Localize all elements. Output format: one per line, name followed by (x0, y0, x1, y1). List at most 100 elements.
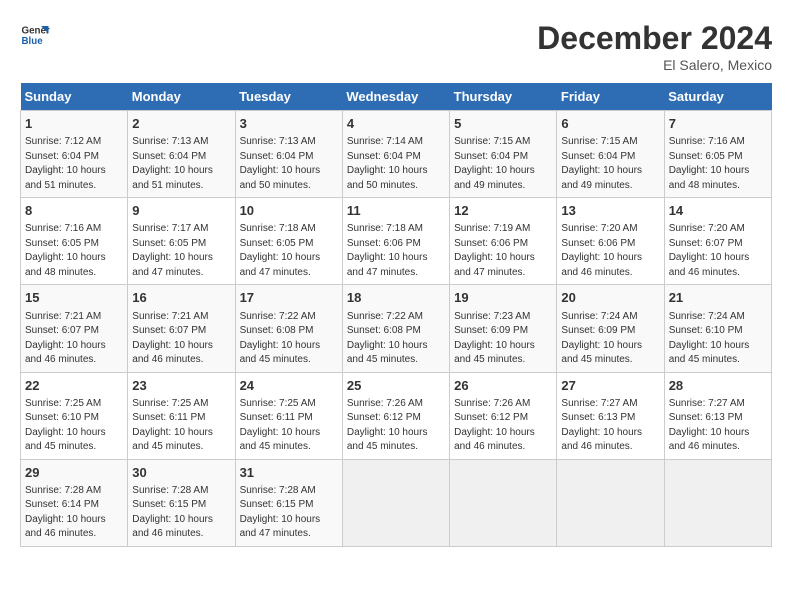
day-cell: 12 Sunrise: 7:19 AM Sunset: 6:06 PM Dayli… (450, 198, 557, 285)
day-info: Sunrise: 7:16 AM Sunset: 6:05 PM Dayligh… (25, 222, 123, 280)
day-number: 13 (561, 202, 659, 220)
day-number: 2 (132, 115, 230, 133)
day-number: 11 (347, 202, 445, 220)
day-number: 9 (132, 202, 230, 220)
day-info: Sunrise: 7:18 AM Sunset: 6:06 PM Dayligh… (347, 222, 445, 280)
day-cell: 20 Sunrise: 7:24 AM Sunset: 6:09 PM Dayli… (557, 285, 664, 372)
header-day-wednesday: Wednesday (342, 83, 449, 111)
logo: General Blue (20, 20, 50, 50)
header-day-tuesday: Tuesday (235, 83, 342, 111)
day-info: Sunrise: 7:28 AM Sunset: 6:15 PM Dayligh… (240, 484, 338, 542)
day-cell: 26 Sunrise: 7:26 AM Sunset: 6:12 PM Dayli… (450, 372, 557, 459)
day-cell: 13 Sunrise: 7:20 AM Sunset: 6:06 PM Dayli… (557, 198, 664, 285)
day-number: 25 (347, 377, 445, 395)
day-number: 12 (454, 202, 552, 220)
day-info: Sunrise: 7:25 AM Sunset: 6:11 PM Dayligh… (132, 397, 230, 455)
day-number: 26 (454, 377, 552, 395)
page-header: General Blue December 2024 El Salero, Me… (20, 20, 772, 73)
week-row-1: 1 Sunrise: 7:12 AM Sunset: 6:04 PM Daylig… (21, 111, 772, 198)
header-day-thursday: Thursday (450, 83, 557, 111)
day-number: 3 (240, 115, 338, 133)
day-cell: 11 Sunrise: 7:18 AM Sunset: 6:06 PM Dayli… (342, 198, 449, 285)
day-number: 24 (240, 377, 338, 395)
day-cell: 29 Sunrise: 7:28 AM Sunset: 6:14 PM Dayli… (21, 459, 128, 546)
week-row-5: 29 Sunrise: 7:28 AM Sunset: 6:14 PM Dayli… (21, 459, 772, 546)
header-day-saturday: Saturday (664, 83, 771, 111)
header-day-friday: Friday (557, 83, 664, 111)
day-cell (450, 459, 557, 546)
day-cell: 17Sunrise: 7:22 AM Sunset: 6:08 PM Dayli… (235, 285, 342, 372)
day-number: 21 (669, 289, 767, 307)
day-cell: 16 Sunrise: 7:21 AM Sunset: 6:07 PM Dayli… (128, 285, 235, 372)
location-subtitle: El Salero, Mexico (537, 57, 772, 73)
day-info: Sunrise: 7:22 AM Sunset: 6:08 PM Dayligh… (240, 310, 338, 368)
day-info: Sunrise: 7:25 AM Sunset: 6:11 PM Dayligh… (240, 397, 338, 455)
day-cell: 24 Sunrise: 7:25 AM Sunset: 6:11 PM Dayli… (235, 372, 342, 459)
day-info: Sunrise: 7:12 AM Sunset: 6:04 PM Dayligh… (25, 135, 123, 193)
calendar-body: 1 Sunrise: 7:12 AM Sunset: 6:04 PM Daylig… (21, 111, 772, 547)
day-number: 30 (132, 464, 230, 482)
day-info: Sunrise: 7:24 AM Sunset: 6:09 PM Dayligh… (561, 310, 659, 368)
day-cell: 19 Sunrise: 7:23 AM Sunset: 6:09 PM Dayli… (450, 285, 557, 372)
day-cell: 15Sunrise: 7:21 AM Sunset: 6:07 PM Dayli… (21, 285, 128, 372)
day-cell (557, 459, 664, 546)
day-number: 23 (132, 377, 230, 395)
day-info: Sunrise: 7:28 AM Sunset: 6:14 PM Dayligh… (25, 484, 123, 542)
day-info: Sunrise: 7:21 AM Sunset: 6:07 PM Dayligh… (132, 310, 230, 368)
week-row-3: 15Sunrise: 7:21 AM Sunset: 6:07 PM Dayli… (21, 285, 772, 372)
day-number: 27 (561, 377, 659, 395)
day-cell: 30 Sunrise: 7:28 AM Sunset: 6:15 PM Dayli… (128, 459, 235, 546)
day-number: 19 (454, 289, 552, 307)
title-block: December 2024 El Salero, Mexico (537, 20, 772, 73)
day-info: Sunrise: 7:26 AM Sunset: 6:12 PM Dayligh… (347, 397, 445, 455)
svg-text:Blue: Blue (22, 36, 44, 47)
day-info: Sunrise: 7:14 AM Sunset: 6:04 PM Dayligh… (347, 135, 445, 193)
day-info: Sunrise: 7:17 AM Sunset: 6:05 PM Dayligh… (132, 222, 230, 280)
header-day-monday: Monday (128, 83, 235, 111)
day-info: Sunrise: 7:24 AM Sunset: 6:10 PM Dayligh… (669, 310, 767, 368)
day-number: 29 (25, 464, 123, 482)
day-cell (664, 459, 771, 546)
day-number: 18 (347, 289, 445, 307)
day-cell: 6Sunrise: 7:15 AM Sunset: 6:04 PM Daylig… (557, 111, 664, 198)
day-info: Sunrise: 7:26 AM Sunset: 6:12 PM Dayligh… (454, 397, 552, 455)
calendar-header: SundayMondayTuesdayWednesdayThursdayFrid… (21, 83, 772, 111)
day-info: Sunrise: 7:22 AM Sunset: 6:08 PM Dayligh… (347, 310, 445, 368)
day-info: Sunrise: 7:19 AM Sunset: 6:06 PM Dayligh… (454, 222, 552, 280)
day-number: 22 (25, 377, 123, 395)
day-cell: 10Sunrise: 7:18 AM Sunset: 6:05 PM Dayli… (235, 198, 342, 285)
logo-icon: General Blue (20, 20, 50, 50)
day-cell: 14Sunrise: 7:20 AM Sunset: 6:07 PM Dayli… (664, 198, 771, 285)
day-cell: 27Sunrise: 7:27 AM Sunset: 6:13 PM Dayli… (557, 372, 664, 459)
day-cell: 2Sunrise: 7:13 AM Sunset: 6:04 PM Daylig… (128, 111, 235, 198)
day-info: Sunrise: 7:28 AM Sunset: 6:15 PM Dayligh… (132, 484, 230, 542)
day-info: Sunrise: 7:15 AM Sunset: 6:04 PM Dayligh… (454, 135, 552, 193)
day-number: 1 (25, 115, 123, 133)
day-info: Sunrise: 7:13 AM Sunset: 6:04 PM Dayligh… (240, 135, 338, 193)
day-cell: 31 Sunrise: 7:28 AM Sunset: 6:15 PM Dayli… (235, 459, 342, 546)
day-cell: 8 Sunrise: 7:16 AM Sunset: 6:05 PM Daylig… (21, 198, 128, 285)
day-cell: 25 Sunrise: 7:26 AM Sunset: 6:12 PM Dayli… (342, 372, 449, 459)
day-info: Sunrise: 7:20 AM Sunset: 6:06 PM Dayligh… (561, 222, 659, 280)
day-cell: 4 Sunrise: 7:14 AM Sunset: 6:04 PM Daylig… (342, 111, 449, 198)
day-cell: 21 Sunrise: 7:24 AM Sunset: 6:10 PM Dayli… (664, 285, 771, 372)
day-number: 5 (454, 115, 552, 133)
day-cell: 23 Sunrise: 7:25 AM Sunset: 6:11 PM Dayli… (128, 372, 235, 459)
day-number: 20 (561, 289, 659, 307)
day-number: 4 (347, 115, 445, 133)
header-row: SundayMondayTuesdayWednesdayThursdayFrid… (21, 83, 772, 111)
day-number: 8 (25, 202, 123, 220)
day-info: Sunrise: 7:20 AM Sunset: 6:07 PM Dayligh… (669, 222, 767, 280)
day-cell: 22Sunrise: 7:25 AM Sunset: 6:10 PM Dayli… (21, 372, 128, 459)
day-number: 10 (240, 202, 338, 220)
day-number: 31 (240, 464, 338, 482)
day-cell: 5 Sunrise: 7:15 AM Sunset: 6:04 PM Daylig… (450, 111, 557, 198)
day-info: Sunrise: 7:21 AM Sunset: 6:07 PM Dayligh… (25, 310, 123, 368)
day-cell: 18 Sunrise: 7:22 AM Sunset: 6:08 PM Dayli… (342, 285, 449, 372)
day-info: Sunrise: 7:23 AM Sunset: 6:09 PM Dayligh… (454, 310, 552, 368)
day-info: Sunrise: 7:15 AM Sunset: 6:04 PM Dayligh… (561, 135, 659, 193)
day-cell: 28Sunrise: 7:27 AM Sunset: 6:13 PM Dayli… (664, 372, 771, 459)
day-number: 16 (132, 289, 230, 307)
day-cell: 7Sunrise: 7:16 AM Sunset: 6:05 PM Daylig… (664, 111, 771, 198)
day-cell: 1 Sunrise: 7:12 AM Sunset: 6:04 PM Daylig… (21, 111, 128, 198)
